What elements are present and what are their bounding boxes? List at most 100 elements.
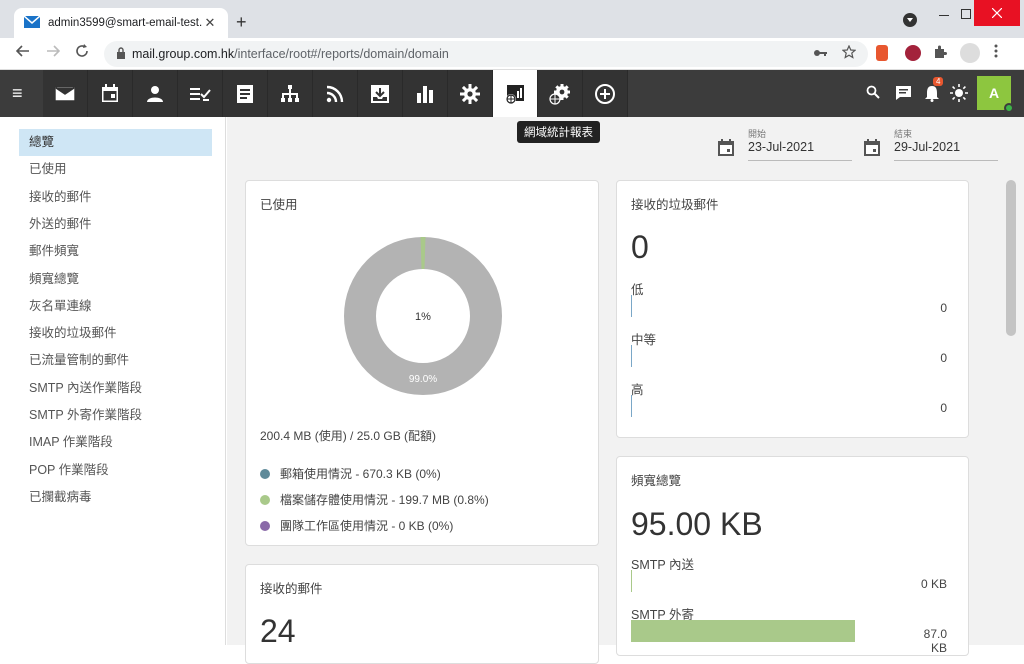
add-circle-icon[interactable]	[583, 70, 628, 117]
spam-total: 0	[631, 229, 649, 266]
used-summary: 200.4 MB (使用) / 25.0 GB (配額)	[260, 427, 436, 444]
extension-lighthouse-icon[interactable]	[876, 45, 888, 61]
bandwidth-total: 95.00 KB	[631, 506, 763, 543]
spam-level-bar	[631, 345, 632, 367]
reload-icon[interactable]	[75, 44, 89, 62]
key-icon[interactable]	[814, 46, 828, 61]
end-date-label: 結束	[894, 127, 912, 140]
user-avatar[interactable]: A	[977, 76, 1011, 110]
chat-icon[interactable]	[895, 85, 912, 106]
window-close-icon[interactable]	[974, 0, 1020, 26]
sidebar-item[interactable]: 郵件頻寬	[19, 238, 212, 265]
sidebar-item[interactable]: 已流量管制的郵件	[19, 347, 212, 374]
tab-close-icon[interactable]: ✕	[202, 15, 218, 31]
legend-item: 郵箱使用情況 - 670.3 KB (0%)	[260, 465, 441, 482]
address-bar-row: mail.group.com.hk/interface/root#/report…	[0, 38, 1024, 70]
notifications-bell-icon[interactable]	[924, 85, 940, 107]
sidebar-item[interactable]: 灰名單連線	[19, 293, 212, 320]
spam-card-title: 接收的垃圾郵件	[631, 194, 719, 213]
url-host: mail.group.com.hk	[132, 47, 234, 61]
legend-swatch	[260, 495, 270, 505]
start-date-calendar-icon[interactable]	[718, 139, 734, 156]
sidebar-item[interactable]: 接收的垃圾郵件	[19, 320, 212, 347]
main-scrollbar[interactable]	[1006, 180, 1016, 336]
settings-gear-icon[interactable]	[448, 70, 493, 117]
bandwidth-row-label: SMTP 內送	[631, 554, 694, 573]
donut-center-label: 1%	[415, 311, 431, 323]
domain-reports-icon[interactable]	[493, 70, 538, 117]
end-date-calendar-icon[interactable]	[864, 139, 880, 156]
spam-level-label: 高	[631, 379, 644, 398]
sidebar-item[interactable]: 外送的郵件	[19, 211, 212, 238]
bandwidth-row-value: 87.0 KB	[907, 627, 947, 655]
notification-count-badge: 4	[933, 77, 943, 86]
sidebar-item[interactable]: SMTP 外寄作業階段	[19, 402, 212, 429]
toolbar-tooltip: 網域統計報表	[517, 121, 600, 143]
spam-level-label: 中等	[631, 329, 656, 348]
profile-menu-icon[interactable]	[896, 10, 924, 30]
received-card: 接收的郵件 24	[245, 564, 599, 664]
hamburger-menu-icon[interactable]: ≡	[12, 83, 23, 104]
spam-level-value: 0	[907, 301, 947, 315]
spam-level-bar	[631, 295, 632, 317]
spam-level-label: 低	[631, 279, 644, 298]
used-card-title: 已使用	[260, 194, 298, 213]
reports-bar-chart-icon[interactable]	[403, 70, 448, 117]
browser-tab[interactable]: admin3599@smart-email-test.co ✕	[14, 8, 228, 38]
start-date-label: 開始	[748, 127, 766, 140]
mail-icon[interactable]	[43, 70, 88, 117]
search-icon[interactable]	[866, 85, 880, 104]
contacts-icon[interactable]	[133, 70, 178, 117]
usage-donut-chart: 1% 99.0%	[343, 236, 503, 396]
bandwidth-row-value: 0 KB	[907, 577, 947, 591]
extension-red-icon[interactable]	[905, 45, 921, 61]
legend-swatch	[260, 469, 270, 479]
url-input[interactable]: mail.group.com.hk/interface/root#/report…	[104, 41, 868, 67]
bandwidth-row-bar	[631, 620, 855, 642]
sidebar-item[interactable]: 已攔截病毒	[19, 484, 212, 511]
new-tab-button[interactable]: +	[236, 12, 247, 33]
used-card: 已使用 1% 99.0% 200.4 MB (使用) / 25.0 GB (配額…	[245, 180, 599, 546]
calendar-icon[interactable]	[88, 70, 133, 117]
legend-item: 團隊工作區使用情況 - 0 KB (0%)	[260, 517, 453, 534]
legend-label: 檔案儲存體使用情況 - 199.7 MB (0.8%)	[280, 491, 489, 508]
bandwidth-card-title: 頻寬總覽	[631, 470, 681, 489]
archive-download-icon[interactable]	[358, 70, 403, 117]
sidebar-item[interactable]: POP 作業階段	[19, 457, 212, 484]
sidebar-item[interactable]: IMAP 作業階段	[19, 429, 212, 456]
profile-avatar-icon[interactable]	[960, 43, 980, 63]
mail-icon	[24, 16, 40, 31]
legend-item: 檔案儲存體使用情況 - 199.7 MB (0.8%)	[260, 491, 489, 508]
extensions-puzzle-icon[interactable]	[933, 45, 949, 61]
sidebar-item[interactable]: 接收的郵件	[19, 184, 212, 211]
legend-label: 郵箱使用情況 - 670.3 KB (0%)	[280, 465, 441, 482]
sidebar-item[interactable]: 已使用	[19, 156, 212, 183]
spam-level-value: 0	[907, 401, 947, 415]
notes-icon[interactable]	[223, 70, 268, 117]
lock-icon	[116, 47, 126, 62]
received-total: 24	[260, 613, 296, 650]
theme-sun-icon[interactable]	[950, 84, 968, 107]
start-date-input[interactable]: 23-Jul-2021	[748, 140, 852, 161]
back-icon[interactable]	[16, 44, 30, 62]
rss-feed-icon[interactable]	[313, 70, 358, 117]
legend-swatch	[260, 521, 270, 531]
sidebar-item[interactable]: SMTP 內送作業階段	[19, 375, 212, 402]
bookmark-star-icon[interactable]	[842, 45, 856, 62]
end-date-input[interactable]: 29-Jul-2021	[894, 140, 998, 161]
sidebar-item[interactable]: 總覽	[19, 129, 212, 156]
bandwidth-card: 頻寬總覽 95.00 KB SMTP 內送0 KBSMTP 外寄87.0 KB	[616, 456, 969, 656]
domain-hierarchy-icon[interactable]	[268, 70, 313, 117]
avatar-letter: A	[989, 85, 999, 101]
sidebar-item[interactable]: 頻寬總覽	[19, 266, 212, 293]
forward-icon[interactable]	[46, 44, 60, 62]
spam-card: 接收的垃圾郵件 0 低0中等0高0	[616, 180, 969, 438]
bandwidth-row-bar	[631, 570, 632, 592]
tab-title: admin3599@smart-email-test.co	[48, 17, 202, 29]
tasks-icon[interactable]	[178, 70, 223, 117]
url-path: /interface/root#/reports/domain/domain	[234, 47, 449, 61]
donut-outer-label: 99.0%	[409, 374, 437, 385]
domain-settings-icon[interactable]	[538, 70, 583, 117]
browser-menu-icon[interactable]	[994, 44, 998, 62]
browser-tab-strip: admin3599@smart-email-test.co ✕ +	[0, 0, 1024, 38]
